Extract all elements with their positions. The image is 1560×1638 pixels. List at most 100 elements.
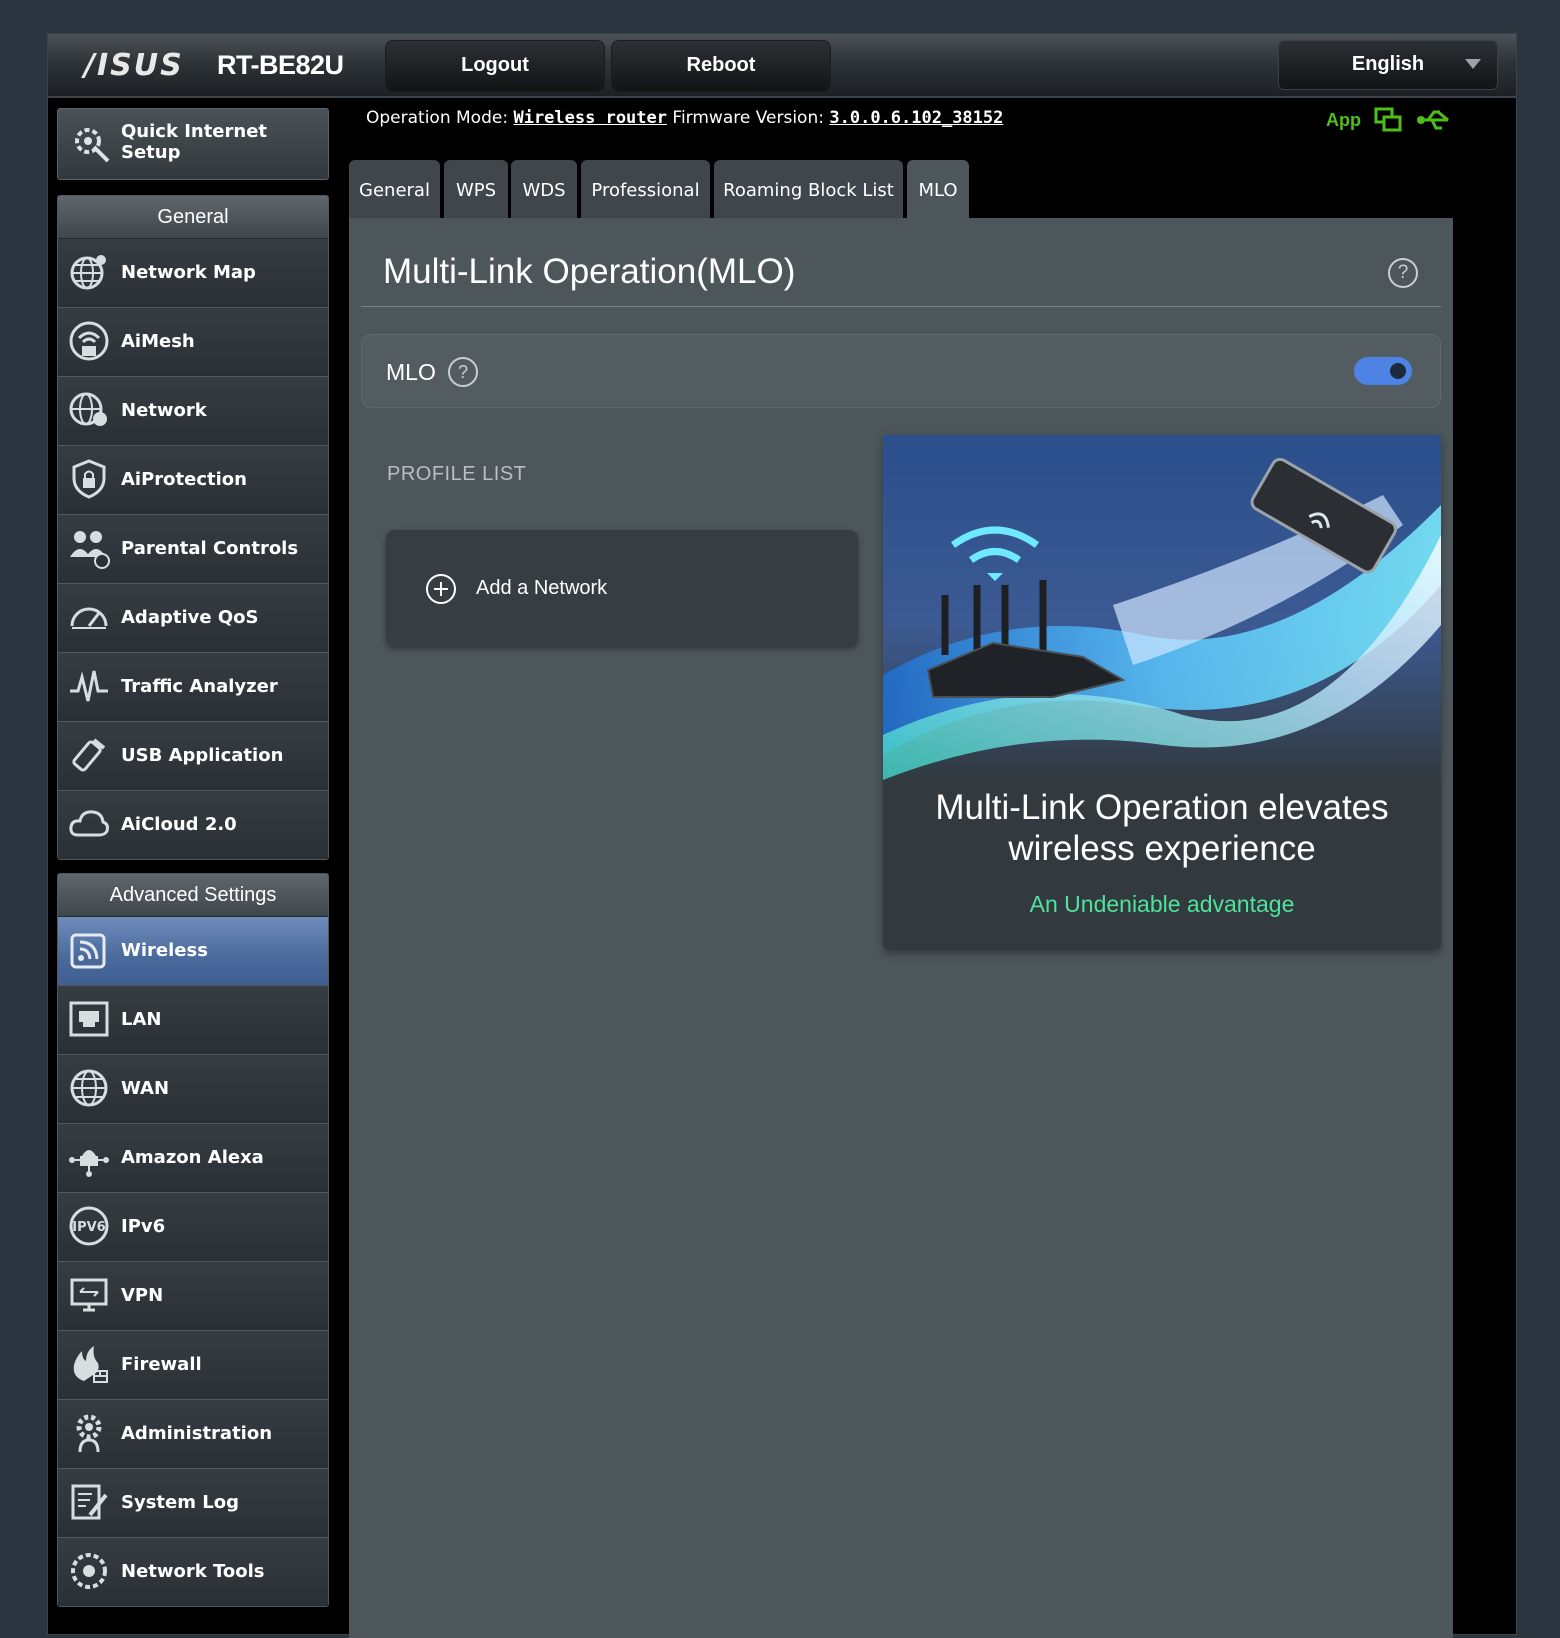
sidebar-item-usb-application[interactable]: USB Application: [58, 722, 328, 791]
promo-headline: Multi-Link Operation elevates wireless e…: [883, 787, 1441, 869]
cloud-icon: [69, 810, 109, 837]
profile-list-heading: PROFILE LIST: [387, 463, 527, 485]
globe-network-icon: [70, 255, 106, 290]
add-network-button[interactable]: Add a Network: [386, 530, 858, 646]
general-menu-header: General: [58, 196, 328, 239]
tab-general[interactable]: General: [349, 160, 440, 218]
lan-port-icon: [69, 1001, 109, 1037]
general-menu: General Network Map AiMesh Network AiPro…: [57, 195, 329, 860]
logout-button[interactable]: Logout: [385, 40, 605, 92]
usb-status-icon[interactable]: [1416, 106, 1452, 134]
sidebar-item-label: IPv6: [121, 1216, 166, 1237]
tab-professional[interactable]: Professional: [581, 160, 710, 218]
shield-lock-icon: [72, 459, 106, 499]
sidebar-item-label: Firewall: [121, 1354, 202, 1375]
asus-logo: /ISUS: [84, 48, 184, 83]
language-value: English: [1351, 53, 1425, 75]
sidebar-item-label: USB Application: [121, 745, 284, 766]
page-title: Multi-Link Operation(MLO): [383, 252, 796, 291]
sidebar-item-aimesh[interactable]: AiMesh: [58, 308, 328, 377]
wireless-icon: [70, 933, 106, 969]
tab-mlo[interactable]: MLO: [907, 160, 969, 218]
model-name: RT-BE82U: [217, 50, 344, 80]
network-globe-icon: [69, 392, 107, 426]
aimesh-icon: [69, 321, 109, 361]
sidebar-item-label: WAN: [121, 1078, 170, 1099]
sidebar-item-adaptive-qos[interactable]: Adaptive QoS: [58, 584, 328, 653]
promo-headline-line2: wireless experience: [1008, 829, 1316, 868]
sidebar-item-network-map[interactable]: Network Map: [58, 239, 328, 308]
sidebar-item-label: Amazon Alexa: [121, 1147, 264, 1168]
sidebar-item-network-tools[interactable]: Network Tools: [58, 1538, 328, 1606]
alexa-icon: [69, 1150, 109, 1177]
add-network-label: Add a Network: [476, 577, 608, 599]
sidebar-item-label: Network Map: [121, 262, 256, 283]
mlo-label: MLO: [386, 359, 436, 385]
sidebar-item-label: LAN: [121, 1009, 162, 1030]
sidebar-item-traffic-analyzer[interactable]: Traffic Analyzer: [58, 653, 328, 722]
sidebar-item-label: AiMesh: [121, 331, 195, 352]
sidebar-item-aiprotection[interactable]: AiProtection: [58, 446, 328, 515]
sidebar-item-ipv6[interactable]: IPV6 IPv6: [58, 1193, 328, 1262]
sidebar-item-parental-controls[interactable]: Parental Controls: [58, 515, 328, 584]
svg-text:IPV6: IPV6: [72, 1220, 105, 1235]
title-divider: [361, 306, 1441, 307]
app-link[interactable]: App: [1326, 110, 1361, 131]
sidebar-item-label: Wireless: [121, 940, 208, 961]
plus-circle-icon: [426, 574, 456, 604]
family-icon: [70, 531, 110, 569]
sidebar-item-vpn[interactable]: VPN: [58, 1262, 328, 1331]
sidebar-item-label: Parental Controls: [121, 538, 299, 559]
sidebar-item-label: Network: [121, 400, 207, 421]
operation-mode-link[interactable]: Wireless router: [513, 108, 667, 128]
sidebar-item-label: AiCloud 2.0: [121, 814, 237, 835]
network-tools-icon: [71, 1553, 107, 1589]
sidebar-item-label: Adaptive QoS: [121, 607, 259, 628]
sidebar-item-label: Traffic Analyzer: [121, 676, 278, 697]
connected-devices-icon[interactable]: [1374, 106, 1404, 134]
sidebar-item-lan[interactable]: LAN: [58, 986, 328, 1055]
sidebar-item-label: Administration: [121, 1423, 273, 1444]
ipv6-icon: IPV6: [69, 1206, 109, 1246]
router-admin-window: /ISUS RT-BE82U Logout Reboot English Qui…: [47, 33, 1517, 1638]
sidebar-item-label: Network Tools: [121, 1561, 265, 1582]
usb-icon: [72, 738, 106, 772]
mlo-setting-row: MLO ?: [361, 334, 1441, 408]
quick-internet-setup-button[interactable]: Quick Internet Setup: [57, 108, 329, 180]
pulse-icon: [70, 670, 108, 702]
sidebar-item-label: System Log: [121, 1492, 239, 1513]
advanced-settings-header: Advanced Settings: [58, 874, 328, 917]
wand-gear-icon: [75, 128, 110, 163]
sidebar-item-label: VPN: [121, 1285, 164, 1306]
top-bar: /ISUS RT-BE82U Logout Reboot English: [48, 34, 1516, 98]
tab-wps[interactable]: WPS: [444, 160, 508, 218]
reboot-button[interactable]: Reboot: [611, 40, 831, 92]
chevron-down-icon: [1465, 59, 1481, 69]
advanced-settings-menu: Advanced Settings Wireless LAN WAN Amazo…: [57, 873, 329, 1607]
wan-globe-icon: [70, 1069, 108, 1107]
mlo-illustration-image: [883, 435, 1441, 780]
promo-subheadline: An Undeniable advantage: [1029, 891, 1295, 917]
mlo-toggle[interactable]: [1354, 357, 1412, 385]
sidebar-item-wan[interactable]: WAN: [58, 1055, 328, 1124]
sidebar-item-network[interactable]: Network: [58, 377, 328, 446]
firmware-version-link[interactable]: 3.0.0.6.102_38152: [829, 108, 1003, 128]
sidebar-item-aicloud[interactable]: AiCloud 2.0: [58, 791, 328, 859]
tab-wds[interactable]: WDS: [511, 160, 577, 218]
speedometer-icon: [70, 607, 108, 629]
status-line: Operation Mode: Wireless router Firmware…: [366, 108, 1003, 128]
vpn-monitor-icon: [70, 1278, 108, 1312]
mlo-help-icon[interactable]: ?: [448, 357, 478, 387]
language-select[interactable]: English: [1278, 40, 1498, 90]
sidebar-item-firewall[interactable]: Firewall: [58, 1331, 328, 1400]
sidebar-item-administration[interactable]: Administration: [58, 1400, 328, 1469]
help-icon[interactable]: ?: [1388, 258, 1418, 288]
sidebar-item-system-log[interactable]: System Log: [58, 1469, 328, 1538]
qis-label: Quick Internet Setup: [121, 121, 268, 163]
tab-roaming-block-list[interactable]: Roaming Block List: [714, 160, 903, 218]
operation-mode-label: Operation Mode:: [366, 108, 509, 128]
sidebar-item-amazon-alexa[interactable]: Amazon Alexa: [58, 1124, 328, 1193]
sidebar-item-wireless[interactable]: Wireless: [58, 917, 328, 986]
log-pen-icon: [71, 1484, 108, 1520]
sidebar-item-label: AiProtection: [121, 469, 247, 490]
